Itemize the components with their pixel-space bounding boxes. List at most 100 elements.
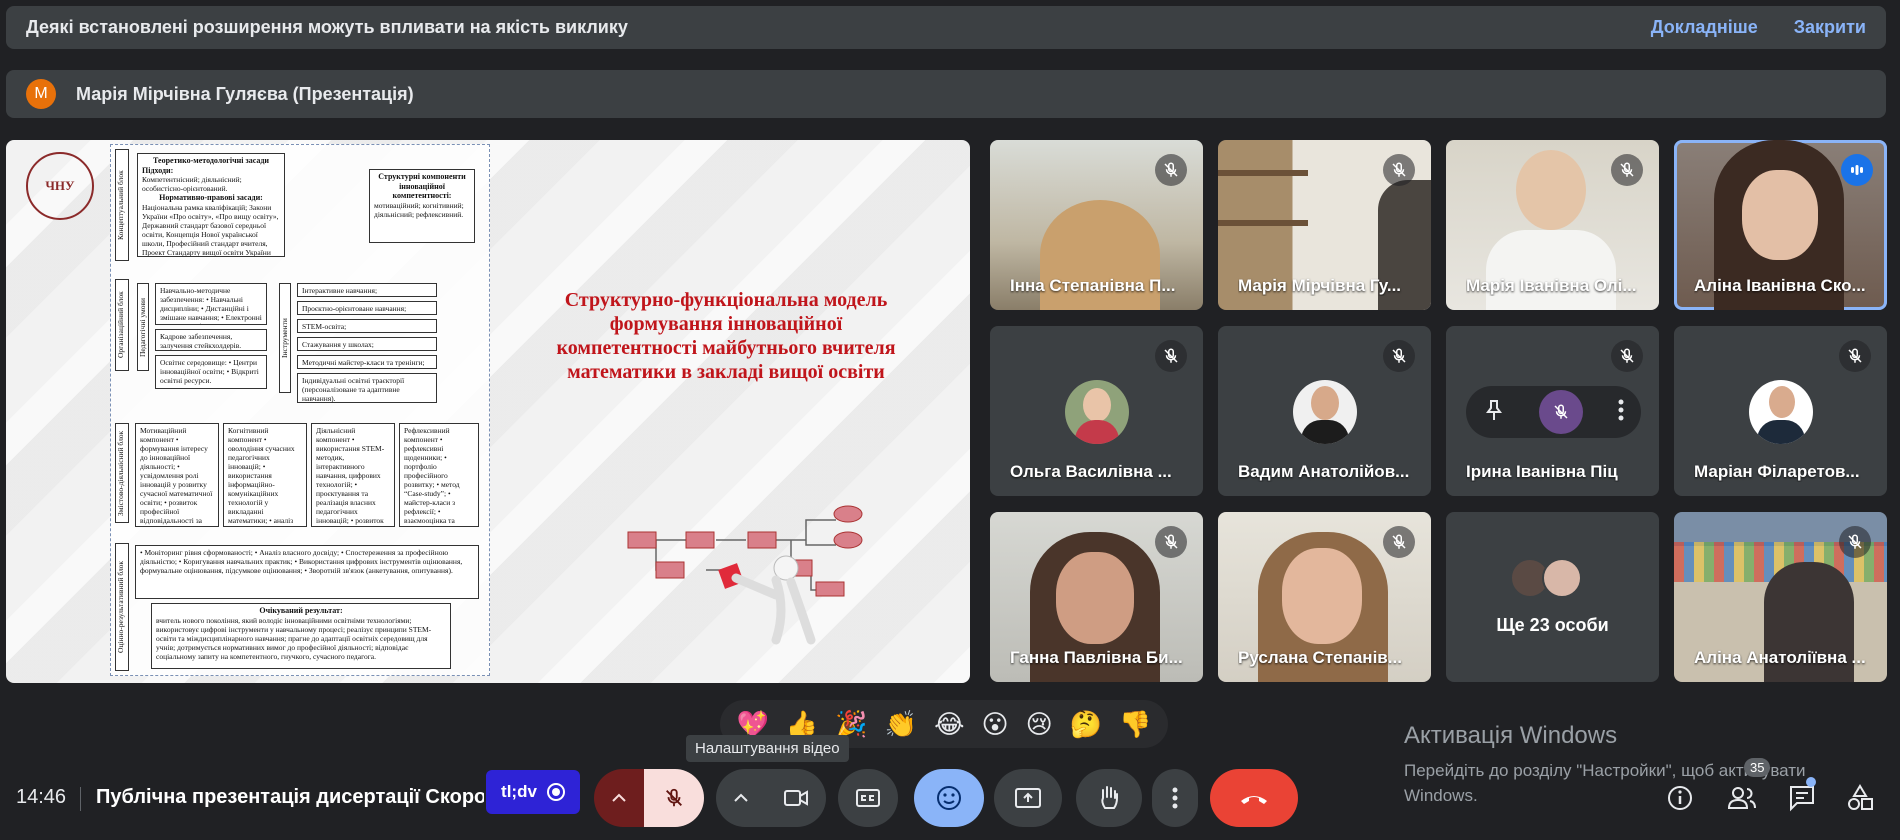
video-feed-face xyxy=(1056,552,1134,644)
mic-off-icon xyxy=(1839,340,1871,372)
participant-tile[interactable]: Ганна Павлівна Би... xyxy=(990,512,1203,682)
slide-title: Структурно-функціональна модель формуван… xyxy=(556,289,896,383)
close-banner-button[interactable]: Закрити xyxy=(1794,17,1866,38)
shapes-icon xyxy=(1848,784,1873,810)
mic-off-icon xyxy=(666,788,682,807)
reaction-clap[interactable]: 👏 xyxy=(885,711,917,737)
reaction-thumbs-up[interactable]: 👍 xyxy=(786,711,818,737)
participant-tile-hovered[interactable]: Ірина Іванівна Піц xyxy=(1446,326,1659,496)
participant-tile-speaking[interactable]: Аліна Іванівна Ско... xyxy=(1674,140,1887,310)
reaction-party[interactable]: 🎉 xyxy=(835,711,867,737)
university-logo: ЧНУ xyxy=(26,152,94,220)
component-reflexive: Рефлексивний компонент • рефлексивні щод… xyxy=(399,423,479,527)
more-participants-label: Ще 23 особи xyxy=(1496,615,1609,635)
mic-off-icon xyxy=(1155,526,1187,558)
reaction-surprised[interactable]: 😮 xyxy=(981,711,1008,737)
presenter-name: Марія Мірчівна Гуляєва (Презентація) xyxy=(76,83,414,104)
video-feed-face xyxy=(1282,548,1362,644)
call-end-icon xyxy=(1241,796,1267,804)
tool-2: Проєктно-орієнтоване навчання; xyxy=(297,301,437,315)
more-vert-icon xyxy=(1172,787,1178,809)
record-icon xyxy=(546,783,565,801)
model-scheme: Концептуальний блок Організаційний блок … xyxy=(110,144,490,676)
meeting-title: Публічна презентація дисертації Скорол xyxy=(96,786,484,808)
participant-tile[interactable]: Інна Степанівна П... xyxy=(990,140,1203,310)
label-ped-conditions: Педагогічні умови xyxy=(137,283,149,371)
present-to-all-icon xyxy=(1015,788,1041,808)
mute-participant-button[interactable] xyxy=(1538,390,1583,434)
participant-tile[interactable]: Марія Іванівна Олі... xyxy=(1446,140,1659,310)
reaction-heart[interactable]: 💖 xyxy=(737,711,769,737)
approaches-text: Компетентнісний; діяльнісний; особистісн… xyxy=(142,175,242,194)
more-options-icon[interactable] xyxy=(1618,399,1624,426)
participant-tile[interactable]: Маріан Філаретов... xyxy=(1674,326,1887,496)
participant-tile[interactable]: Марія Мірчівна Гу... xyxy=(1218,140,1431,310)
component-cognitive: Когнітивний компонент • оволодіння сучас… xyxy=(223,423,307,527)
participant-tile[interactable]: Вадим Анатолійов... xyxy=(1218,326,1431,496)
mic-off-icon xyxy=(1611,340,1643,372)
theory-title: Теоретико-методологічні засади xyxy=(152,156,270,165)
presenter-avatar: M xyxy=(26,79,56,109)
raise-hand-button[interactable] xyxy=(1076,769,1142,827)
pin-icon[interactable] xyxy=(1484,399,1504,426)
participant-name: Ольга Василівна ... xyxy=(1010,462,1172,481)
emoji-icon xyxy=(937,786,961,810)
participant-name: Ганна Павлівна Би... xyxy=(1010,648,1183,667)
leave-call-button[interactable] xyxy=(1210,769,1298,827)
activities-button[interactable] xyxy=(1844,782,1876,814)
participants-count-badge: 35 xyxy=(1744,758,1771,777)
component-motivational: Мотиваційний компонент • формування інте… xyxy=(135,423,219,527)
reaction-laugh[interactable]: 😂 xyxy=(934,711,964,737)
participant-name: Ірина Іванівна Піц xyxy=(1466,462,1618,481)
tool-5: Методичні майстер-класи та тренінги; xyxy=(297,355,437,369)
captions-button[interactable] xyxy=(838,769,898,827)
speaking-indicator-icon xyxy=(1841,154,1873,186)
participant-name: Інна Степанівна П... xyxy=(1010,276,1176,295)
component-activity: Діяльнісний компонент • використання STE… xyxy=(311,423,395,527)
audio-options-button[interactable] xyxy=(594,769,644,827)
approaches-title: Підходи: xyxy=(142,165,174,175)
people-button[interactable] xyxy=(1726,782,1758,814)
participant-tile[interactable]: Ольга Василівна ... xyxy=(990,326,1203,496)
participant-avatar xyxy=(1292,380,1357,444)
participant-avatar xyxy=(1064,380,1129,444)
participant-name: Аліна Анатоліївна ... xyxy=(1694,648,1866,667)
banner-message: Деякі встановлені розширення можуть впли… xyxy=(26,17,628,37)
videocam-icon xyxy=(784,790,808,806)
result-text: вчитель нового покоління, який володіє і… xyxy=(156,615,432,661)
chevron-up-icon xyxy=(734,793,748,802)
more-options-button[interactable] xyxy=(1152,769,1198,827)
learn-more-link[interactable]: Докладніше xyxy=(1651,17,1758,38)
mic-off-icon xyxy=(1383,340,1415,372)
hand-icon xyxy=(1101,786,1118,809)
meeting-details-button[interactable] xyxy=(1664,782,1696,814)
chat-notification-dot xyxy=(1806,777,1816,787)
more-participants-tile[interactable]: Ще 23 особи xyxy=(1446,512,1659,682)
mic-off-icon xyxy=(1839,526,1871,558)
video-feed xyxy=(1516,150,1586,230)
tool-3: STEM-освіта; xyxy=(297,319,437,333)
staffing-box: Кадрове забезпечення, залучення стейкхол… xyxy=(155,329,267,351)
info-icon xyxy=(1668,786,1692,810)
video-settings-tooltip: Налаштування відео xyxy=(686,735,849,762)
label-content: Змістово-діяльнісний блок xyxy=(115,423,129,523)
camera-toggle-button[interactable] xyxy=(766,769,826,827)
tldv-record-button[interactable]: tl;dv xyxy=(486,770,580,814)
label-conceptual: Концептуальний блок xyxy=(115,149,129,261)
result-box: Очікуваний результат: вчитель нового пок… xyxy=(151,603,451,669)
microphone-toggle-button[interactable] xyxy=(644,769,704,827)
evaluation-box: • Моніторинг рівня сформованості; • Анал… xyxy=(135,545,479,599)
windows-activation-title: Активація Windows xyxy=(1404,722,1618,749)
participant-avatar xyxy=(1748,380,1813,444)
chat-icon xyxy=(1790,786,1814,812)
participant-tile[interactable]: Аліна Анатоліївна ... xyxy=(1674,512,1887,682)
video-options-button[interactable] xyxy=(716,769,766,827)
label-organizational: Організаційний блок xyxy=(115,279,129,371)
present-screen-button[interactable] xyxy=(994,769,1062,827)
reactions-button[interactable] xyxy=(914,769,984,827)
reaction-sad[interactable]: 😢 xyxy=(1026,711,1053,737)
reaction-thinking[interactable]: 🤔 xyxy=(1070,711,1102,737)
reaction-thumbs-down[interactable]: 👎 xyxy=(1119,711,1151,737)
participant-tile[interactable]: Руслана Степанів... xyxy=(1218,512,1431,682)
chat-button[interactable] xyxy=(1786,782,1818,814)
